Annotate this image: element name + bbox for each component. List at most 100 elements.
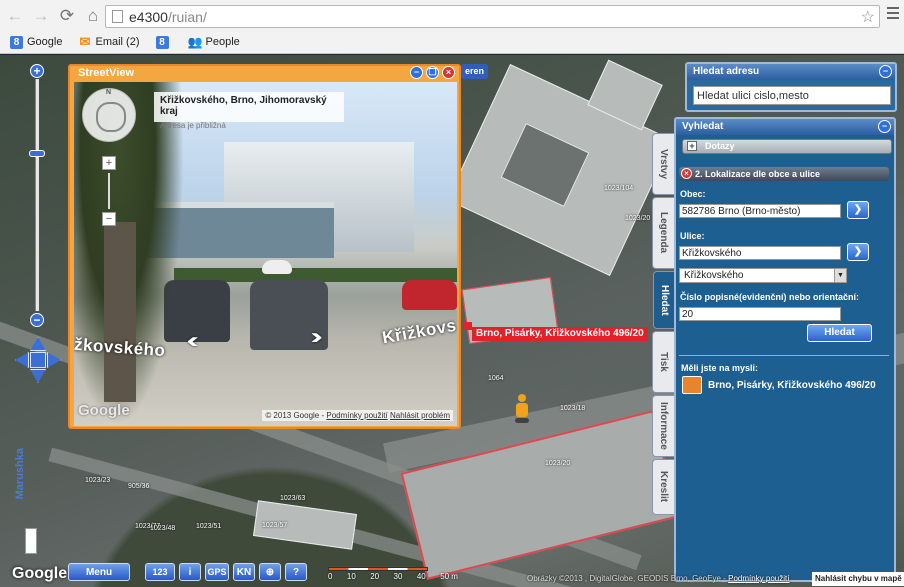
compass-icon[interactable]: N bbox=[82, 88, 136, 142]
info-button[interactable]: i bbox=[179, 563, 201, 581]
close-icon[interactable]: × bbox=[681, 168, 692, 179]
crosshair-icon: ⊕ bbox=[265, 566, 275, 578]
address-result-icon bbox=[682, 376, 702, 394]
help-button[interactable]: ? bbox=[285, 563, 307, 581]
lot-number: 1023/104 bbox=[604, 185, 634, 192]
search-button[interactable]: Hledat bbox=[807, 324, 872, 342]
lot-number: 1023/51 bbox=[196, 523, 222, 530]
pan-left-icon[interactable] bbox=[15, 352, 29, 368]
streetview-window: StreetView − ❐ × Křižkovského, Brno, Jih… bbox=[68, 64, 461, 429]
tab-hledat[interactable]: Hledat bbox=[653, 271, 675, 329]
info-label: i bbox=[188, 566, 192, 578]
locate-button[interactable]: ⊕ bbox=[259, 563, 281, 581]
gps-label: GPS bbox=[207, 567, 227, 577]
sv-terms-link[interactable]: Podmínky použití bbox=[326, 411, 387, 420]
menu-icon[interactable] bbox=[887, 7, 899, 19]
lot-number: 1023/77 bbox=[135, 523, 161, 530]
address-label[interactable]: Brno, Pisárky, Křižkovského 496/20 bbox=[472, 327, 648, 341]
close-icon[interactable]: × bbox=[442, 66, 455, 79]
ulice-go-button[interactable]: ❯ bbox=[847, 243, 869, 261]
bookmark-people[interactable]: 👥 People bbox=[188, 35, 240, 49]
sv-zoom-in-icon[interactable]: + bbox=[102, 156, 116, 170]
report-error-link[interactable]: Nahlásit chybu v mapě bbox=[812, 572, 904, 586]
search-address-title: Hledat adresu bbox=[687, 64, 895, 80]
sv-zoom-track[interactable] bbox=[108, 173, 110, 209]
streetview-address-note: Adresa je přibližná bbox=[160, 121, 226, 130]
star-icon[interactable]: ☆ bbox=[861, 7, 875, 27]
bookmark-email[interactable]: ✉ Email (2) bbox=[78, 34, 140, 49]
tab-tisk[interactable]: Tisk bbox=[652, 331, 674, 393]
google-icon: 8 bbox=[155, 35, 169, 49]
streetview-panorama[interactable]: Křižkovského, Brno, Jihomoravský kraj Ad… bbox=[74, 82, 457, 426]
queries-button[interactable]: + Dotazy bbox=[682, 139, 892, 154]
lot-number: 1023/18 bbox=[560, 405, 586, 412]
kn-button[interactable]: KN bbox=[233, 563, 255, 581]
reload-icon[interactable]: ⟳ bbox=[56, 5, 78, 27]
cislo-input[interactable] bbox=[679, 307, 841, 321]
lot-number: 1023/23 bbox=[85, 477, 111, 484]
pan-center-icon[interactable] bbox=[30, 352, 46, 368]
suggest-result[interactable]: Brno, Pisárky, Křižkovského 496/20 bbox=[682, 375, 876, 395]
scale-tick: 20 bbox=[370, 572, 380, 581]
tab-informace[interactable]: Informace bbox=[652, 395, 674, 457]
lot-number: 1064 bbox=[488, 375, 504, 382]
tab-legenda[interactable]: Legenda bbox=[652, 197, 674, 269]
bookmarks-bar: 8 Google ✉ Email (2) 8 👥 People bbox=[0, 32, 246, 52]
pan-up-icon[interactable] bbox=[30, 337, 46, 351]
terms-link[interactable]: Podmínky použití bbox=[728, 574, 789, 583]
scale-tick: 10 bbox=[346, 572, 356, 581]
app-root: ← → ⟳ ⌂ e4300/ruian/ ☆ 8 Google ✉ Email … bbox=[0, 0, 904, 587]
bookmark-google-2[interactable]: 8 bbox=[155, 35, 173, 49]
street-level-icon[interactable] bbox=[25, 528, 37, 554]
collapse-icon[interactable]: − bbox=[878, 120, 891, 133]
sv-report-link[interactable]: Nahlásit problém bbox=[390, 411, 450, 420]
map-scale: 0 10 20 30 40 50 m bbox=[328, 565, 458, 581]
address-bar[interactable]: e4300/ruian/ ☆ bbox=[105, 5, 880, 28]
streetview-zoom[interactable]: + − bbox=[102, 156, 116, 228]
address-point-icon[interactable] bbox=[464, 322, 472, 330]
pan-right-icon[interactable] bbox=[47, 352, 61, 368]
tab-vrstvy[interactable]: Vrstvy bbox=[652, 133, 674, 195]
ulice-input[interactable] bbox=[679, 246, 841, 260]
gps-button[interactable]: GPS bbox=[205, 563, 229, 581]
lot-number: 905/36 bbox=[128, 483, 150, 490]
move-left-icon[interactable]: ‹ bbox=[186, 328, 199, 353]
zoom-slider[interactable] bbox=[35, 79, 39, 311]
suggest-result-label: Brno, Pisárky, Křižkovského 496/20 bbox=[708, 379, 876, 391]
maximize-icon[interactable]: ❐ bbox=[426, 66, 439, 79]
search-panel: Vyhledat − + Dotazy × 2. Lokalizace dle … bbox=[674, 117, 896, 582]
pan-control[interactable] bbox=[15, 337, 61, 383]
tab-label: Vrstvy bbox=[658, 148, 669, 180]
sv-zoom-out-icon[interactable]: − bbox=[102, 212, 116, 226]
panorama-car bbox=[402, 280, 457, 310]
menu-button[interactable]: Menu bbox=[68, 563, 130, 581]
home-icon[interactable]: ⌂ bbox=[82, 5, 104, 27]
address-search-input[interactable] bbox=[693, 86, 891, 105]
zoom-in-button[interactable]: + bbox=[30, 64, 44, 78]
search-address-panel: Hledat adresu − bbox=[685, 62, 897, 112]
back-icon[interactable]: ← bbox=[4, 5, 26, 27]
forward-icon[interactable]: → bbox=[30, 5, 52, 27]
bookmark-google[interactable]: 8 Google bbox=[10, 35, 63, 49]
minimize-icon[interactable]: − bbox=[410, 66, 423, 79]
move-right-icon[interactable]: › bbox=[310, 324, 323, 349]
layer-tag-button[interactable]: eren bbox=[461, 64, 489, 79]
scale-tick: 0 bbox=[328, 572, 333, 581]
tab-label: Informace bbox=[658, 402, 669, 450]
localization-section[interactable]: × 2. Lokalizace dle obce a ulice bbox=[679, 167, 889, 181]
pan-down-icon[interactable] bbox=[30, 369, 46, 383]
pegman-icon[interactable] bbox=[515, 394, 529, 424]
bookmark-label: Google bbox=[27, 36, 63, 48]
obec-go-button[interactable]: ❯ bbox=[847, 201, 869, 219]
ulice-select[interactable]: Křižkovského ▼ bbox=[679, 268, 847, 283]
brand-vertical: Marushka bbox=[14, 448, 26, 500]
zoom-out-button[interactable]: − bbox=[30, 313, 44, 327]
zoom-slider-thumb[interactable] bbox=[29, 150, 45, 157]
numbers-button[interactable]: 123 bbox=[145, 563, 175, 581]
url-path: /ruian/ bbox=[167, 8, 207, 25]
ulice-select-value: Křižkovského bbox=[684, 270, 744, 281]
tab-kreslit[interactable]: Kreslit bbox=[652, 459, 674, 515]
collapse-icon[interactable]: − bbox=[879, 65, 892, 78]
obec-input[interactable] bbox=[679, 204, 841, 218]
sv-copyright: © 2013 Google bbox=[265, 411, 320, 420]
